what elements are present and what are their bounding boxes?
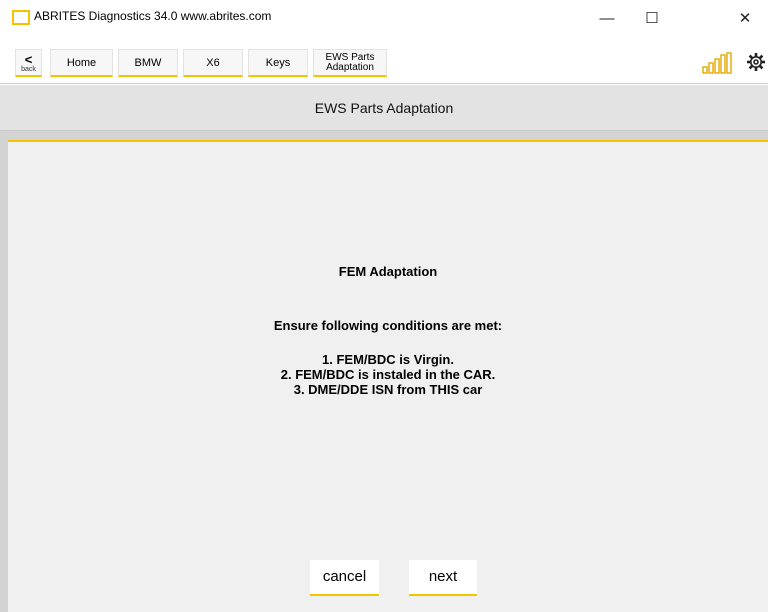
breadcrumb-label-line2: Adaptation xyxy=(326,62,374,73)
breadcrumb-bmw[interactable]: BMW xyxy=(118,49,178,77)
breadcrumb-x6[interactable]: X6 xyxy=(183,49,243,77)
cancel-button[interactable]: cancel xyxy=(310,560,379,596)
back-label: back xyxy=(21,66,36,73)
breadcrumb-bar: < back Home BMW X6 Keys EWS Parts Adaptat… xyxy=(0,40,768,84)
breadcrumb-ews-parts-adaptation[interactable]: EWS Parts Adaptation xyxy=(313,49,387,77)
condition-line: 2. FEM/BDC is instaled in the CAR. xyxy=(280,367,496,382)
next-button[interactable]: next xyxy=(409,560,477,596)
maximize-button[interactable]: ☐ xyxy=(629,4,675,34)
gear-icon[interactable] xyxy=(746,52,766,72)
close-button[interactable]: ✕ xyxy=(722,4,768,34)
breadcrumb-label: EWS Parts Adaptation xyxy=(314,50,386,73)
breadcrumb-home[interactable]: Home xyxy=(50,49,113,77)
condition-line: 1. FEM/BDC is Virgin. xyxy=(322,352,454,367)
signal-bars-icon xyxy=(702,52,732,74)
condition-line: 3. DME/DDE ISN from THIS car xyxy=(293,382,483,397)
breadcrumb-keys[interactable]: Keys xyxy=(248,49,308,77)
window-title: ABRITES Diagnostics 34.0 www.abrites.com xyxy=(34,9,272,23)
breadcrumb-label: BMW xyxy=(134,57,162,69)
back-chevron-icon: < xyxy=(24,52,33,67)
breadcrumb-label: Keys xyxy=(265,57,291,69)
breadcrumb-label: Home xyxy=(66,57,97,69)
back-button[interactable]: < back xyxy=(15,49,42,77)
message-title: FEM Adaptation xyxy=(338,264,438,279)
breadcrumb-label: X6 xyxy=(206,57,220,69)
page-header: EWS Parts Adaptation xyxy=(0,85,768,131)
page-title: EWS Parts Adaptation xyxy=(314,100,454,116)
abrites-logo-icon xyxy=(12,10,30,25)
minimize-button[interactable]: — xyxy=(584,4,630,34)
conditions-heading: Ensure following conditions are met: xyxy=(273,318,503,333)
window-titlebar: ABRITES Diagnostics 34.0 www.abrites.com… xyxy=(0,0,768,40)
